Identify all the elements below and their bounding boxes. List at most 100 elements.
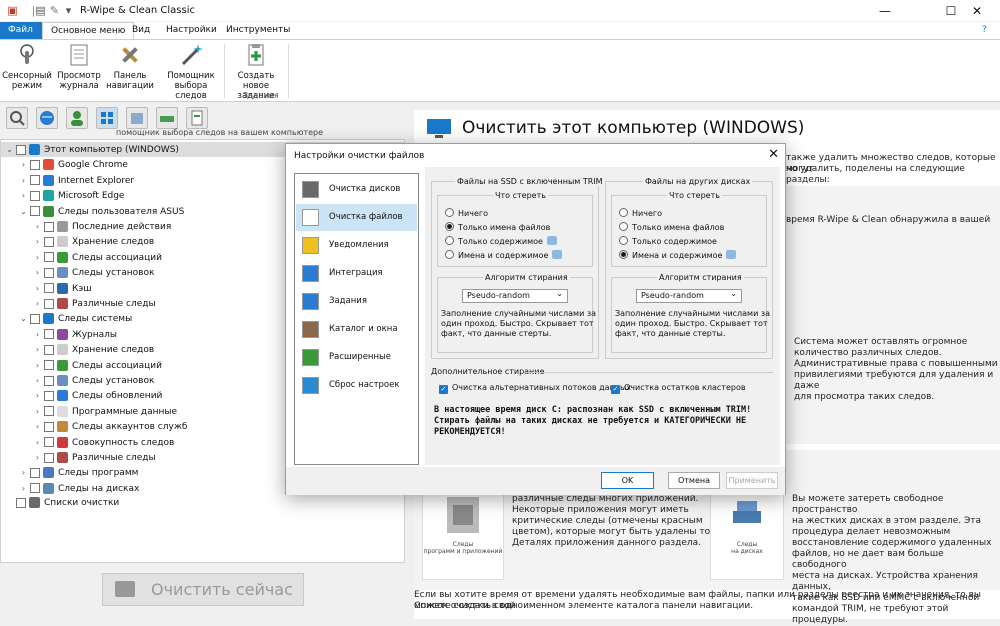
expand-icon[interactable]: ›: [33, 404, 42, 419]
dialog-nav-item[interactable]: Очистка файлов: [296, 204, 417, 231]
toolbar-search-icon[interactable]: [6, 107, 28, 129]
tree-checkbox[interactable]: [44, 267, 54, 278]
expand-icon[interactable]: ›: [33, 419, 42, 434]
trace-wizard-button[interactable]: Помощник выбора следов: [160, 42, 222, 101]
other-algo-select[interactable]: Pseudo-random: [636, 288, 742, 303]
tab-settings[interactable]: Настройки: [158, 22, 225, 39]
expand-icon[interactable]: ›: [33, 342, 42, 357]
disks-card[interactable]: Следы на дисках: [710, 488, 784, 580]
other-option[interactable]: Только имена файлов: [619, 222, 724, 232]
ok-button[interactable]: OK: [601, 472, 654, 489]
tree-checkbox[interactable]: [30, 483, 40, 494]
tree-checkbox[interactable]: [44, 406, 54, 417]
expand-icon[interactable]: ›: [19, 481, 28, 496]
ads-checkbox[interactable]: ✓ Очистка альтернативных потоков данных: [439, 383, 631, 394]
expand-icon[interactable]: ›: [33, 219, 42, 234]
cluster-tips-checkbox[interactable]: ✓ Очистка остатков кластеров: [611, 383, 746, 394]
expand-icon[interactable]: ›: [33, 358, 42, 373]
tree-checkbox[interactable]: [30, 159, 40, 170]
ssd-option[interactable]: Имена и содержимое: [445, 250, 563, 260]
expand-icon[interactable]: ›: [33, 296, 42, 311]
collapse-icon[interactable]: ⌄: [19, 204, 28, 219]
dialog-nav-item[interactable]: Задания: [296, 288, 417, 315]
save-icon[interactable]: ▤: [34, 4, 47, 17]
help-icon[interactable]: ?: [978, 22, 991, 39]
tree-checkbox[interactable]: [44, 252, 54, 263]
tree-checkbox[interactable]: [30, 190, 40, 201]
expand-icon[interactable]: ›: [33, 327, 42, 342]
tree-checkbox[interactable]: [44, 437, 54, 448]
tab-view[interactable]: Вид: [124, 22, 158, 39]
expand-icon[interactable]: ›: [33, 234, 42, 249]
tree-checkbox[interactable]: [44, 360, 54, 371]
expand-icon[interactable]: ›: [33, 450, 42, 465]
tree-checkbox[interactable]: [44, 298, 54, 309]
ssd-option[interactable]: Ничего: [445, 208, 488, 218]
tools-icon[interactable]: ✎: [48, 4, 61, 17]
radio-icon: [619, 236, 628, 245]
cancel-button[interactable]: Отмена: [668, 472, 720, 489]
dialog-nav-item[interactable]: Расширенные: [296, 344, 417, 371]
tree-checkbox[interactable]: [44, 221, 54, 232]
collapse-icon[interactable]: ⌄: [19, 311, 28, 326]
apply-button[interactable]: Применить: [726, 472, 778, 489]
tab-file[interactable]: Файл: [0, 22, 42, 39]
expand-icon[interactable]: ›: [19, 157, 28, 172]
expand-icon[interactable]: ›: [33, 388, 42, 403]
extra-divider: [525, 372, 773, 373]
other-option[interactable]: Имена и содержимое: [619, 250, 737, 260]
expand-icon[interactable]: ›: [33, 281, 42, 296]
ssd-option[interactable]: Только имена файлов: [445, 222, 550, 232]
tab-main-menu[interactable]: Основное меню: [42, 22, 135, 39]
ssd-algo-select[interactable]: Pseudo-random: [462, 288, 568, 303]
close-button[interactable]: ✕: [954, 0, 1000, 22]
navigation-panel-button[interactable]: Панель навигации: [106, 42, 154, 91]
other-option[interactable]: Только содержимое: [619, 236, 717, 246]
programs-card[interactable]: Следы программ и приложений: [422, 488, 504, 580]
expand-icon[interactable]: ›: [33, 373, 42, 388]
toolbar-disk-icon[interactable]: [156, 107, 178, 129]
tree-checkbox[interactable]: [30, 467, 40, 478]
collapse-icon[interactable]: ⌄: [5, 142, 14, 157]
tree-checkbox[interactable]: [16, 144, 26, 155]
clean-now-button[interactable]: Очистить сейчас: [102, 573, 304, 606]
expand-icon[interactable]: ›: [19, 188, 28, 203]
touch-mode-button[interactable]: Сенсорный режим: [2, 42, 52, 91]
minimize-button[interactable]: —: [862, 0, 908, 22]
tree-checkbox[interactable]: [30, 206, 40, 217]
toolbar-globe-icon[interactable]: [36, 107, 58, 129]
expand-icon[interactable]: ›: [19, 465, 28, 480]
tree-checkbox[interactable]: [44, 329, 54, 340]
tree-checkbox[interactable]: [44, 390, 54, 401]
tree-item-icon: [43, 159, 54, 171]
tree-checkbox[interactable]: [44, 236, 54, 247]
tree-checkbox[interactable]: [44, 452, 54, 463]
tree-item[interactable]: Списки очистки: [1, 496, 404, 511]
dialog-nav-item[interactable]: Сброс настроек: [296, 372, 417, 399]
expand-icon[interactable]: ›: [33, 435, 42, 450]
dialog-nav-item[interactable]: Очистка дисков: [296, 176, 417, 203]
tree-checkbox[interactable]: [16, 497, 26, 508]
ssd-option[interactable]: Только содержимое: [445, 236, 557, 246]
tree-checkbox[interactable]: [30, 175, 40, 186]
toolbar-list-icon[interactable]: [186, 107, 208, 129]
other-option[interactable]: Ничего: [619, 208, 662, 218]
toolbar-user-icon[interactable]: [66, 107, 88, 129]
dialog-close-button[interactable]: ✕: [768, 147, 779, 162]
tab-tools[interactable]: Инструменты: [218, 22, 298, 39]
dialog-nav-item[interactable]: Интеграция: [296, 260, 417, 287]
dialog-nav-item[interactable]: Каталог и окна: [296, 316, 417, 343]
view-log-button[interactable]: Просмотр журнала: [56, 42, 102, 91]
toolbar-windows-icon[interactable]: [96, 107, 118, 129]
dropdown-icon[interactable]: ▾: [62, 4, 75, 17]
tree-checkbox[interactable]: [30, 313, 40, 324]
tree-checkbox[interactable]: [44, 283, 54, 294]
tree-checkbox[interactable]: [44, 421, 54, 432]
dialog-nav-item[interactable]: Уведомления: [296, 232, 417, 259]
tree-checkbox[interactable]: [44, 375, 54, 386]
expand-icon[interactable]: ›: [19, 173, 28, 188]
expand-icon[interactable]: ›: [33, 265, 42, 280]
expand-icon[interactable]: ›: [33, 250, 42, 265]
toolbar-programs-icon[interactable]: [126, 107, 148, 129]
tree-checkbox[interactable]: [44, 344, 54, 355]
